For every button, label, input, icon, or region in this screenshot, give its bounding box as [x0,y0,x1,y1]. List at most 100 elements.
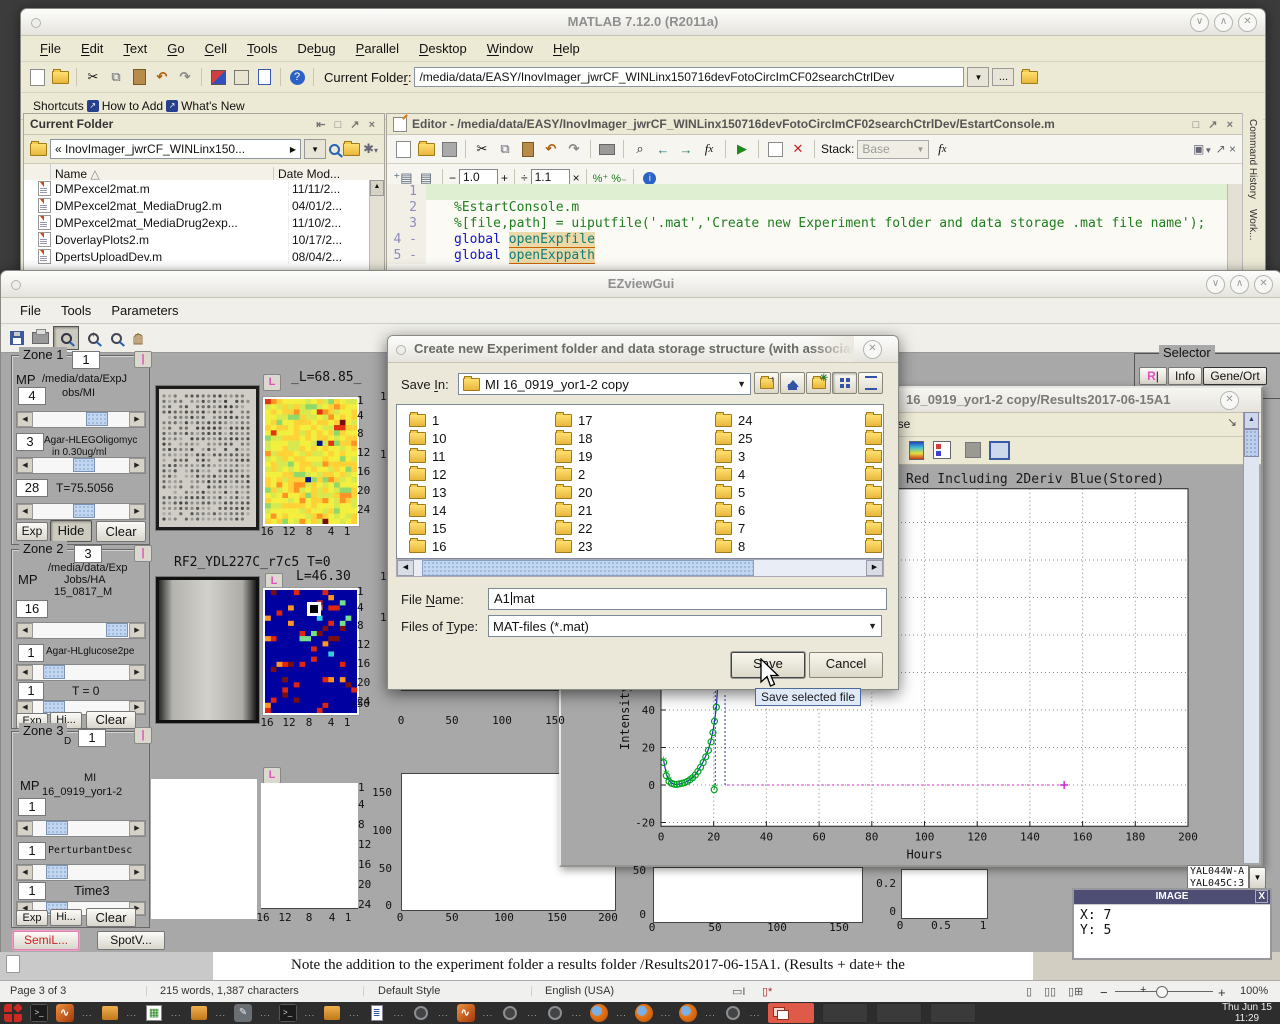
folder-item-clipped[interactable] [865,465,882,483]
open-file-icon[interactable] [50,67,70,87]
actions-gear-icon[interactable]: ✱▾ [363,141,378,157]
zoom-in-icon[interactable]: + [82,328,102,348]
taskbar-sheet-icon[interactable]: ▦ [145,1004,163,1022]
folder-item[interactable]: 3 [715,447,752,465]
zone2-field3[interactable]: 1 [18,682,44,700]
zone3-index-field[interactable]: 1 [78,729,106,747]
maximize-button[interactable]: ∧ [1230,275,1249,294]
browse-folder-button[interactable]: ... [992,68,1014,86]
plot-bottom-small[interactable] [901,869,988,919]
menu-item-cell[interactable]: Cell [196,39,236,58]
forward-icon[interactable]: → [676,139,696,159]
address-dropdown-icon[interactable]: ▼ [304,139,326,159]
comment-pct-plus-icon[interactable]: %⁺ [593,172,609,185]
close-panel-icon[interactable]: × [369,119,378,131]
new-folder-button[interactable]: ✳ [806,372,831,394]
selector-gene-ort-button[interactable]: Gene/Ort [1203,367,1267,385]
taskbar-folder-icon[interactable] [101,1004,119,1022]
editor-cut-icon[interactable]: ✂ [472,139,492,159]
editor-undock-icon[interactable]: □ [1193,119,1203,131]
heatmap2-selected-cell[interactable] [307,602,321,616]
folder-item[interactable]: 13 [409,483,446,501]
close-button[interactable]: ✕ [1254,275,1273,294]
folder-item[interactable]: 22 [555,519,592,537]
folder-item[interactable]: 11 [409,447,446,465]
zone3-hide-button[interactable]: Hi... [50,909,82,926]
taskbar-matlab-icon[interactable]: ∿ [457,1004,475,1022]
zone1-slider1[interactable]: ◀▶ [16,411,146,428]
dock-left-icon[interactable]: ⇤ [316,119,328,131]
decrease-button[interactable]: − [449,171,456,185]
taskbar-folder-icon[interactable] [323,1004,341,1022]
file-name-input[interactable]: A1mat [488,588,887,610]
file-row[interactable]: DMPexcel2mat_MediaDrug2exp...11/10/2... [24,214,370,231]
folder-item[interactable]: 15 [409,519,446,537]
folder-item[interactable]: 2 [555,465,592,483]
taskbar-circle-icon[interactable] [724,1004,742,1022]
file-row[interactable]: DMPexcel2mat.m11/11/2... [24,180,370,197]
files-of-type-combo[interactable]: MAT-files (*.mat)▼ [488,615,882,637]
zone3-link-button[interactable]: | [134,727,152,744]
times-button[interactable]: × [573,171,580,185]
scroll-up-icon[interactable]: ▲ [370,180,384,196]
menu-item-parallel[interactable]: Parallel [347,39,408,58]
folder-item-clipped[interactable] [865,483,882,501]
taskbar-terminal-icon[interactable]: >_ [279,1004,297,1022]
menu-item-help[interactable]: Help [544,39,589,58]
zoom-percent[interactable]: 100% [1240,985,1268,997]
zone3-slider1[interactable]: ◀▶ [16,820,146,837]
menu-item-window[interactable]: Window [478,39,542,58]
editor-popout-icon[interactable]: ↗ [1208,119,1220,131]
taskbar-circle-icon[interactable] [546,1004,564,1022]
code-line[interactable]: 2%EstartConsole.m [387,200,1228,216]
help-icon[interactable]: ? [287,67,307,87]
selector-r-button[interactable]: R| [1139,367,1167,385]
selector-info-button[interactable]: Info [1168,367,1202,385]
dialog-folder-list[interactable]: 1101112131415161718192202122232425345678 [396,404,884,559]
find-icon[interactable]: ⌕ [630,139,650,159]
zone1-field1[interactable]: 4 [18,387,46,405]
zone3-clear-button[interactable]: Clear [86,908,136,927]
grid-view-button[interactable] [832,372,857,394]
taskbar-doc-icon[interactable]: ≣ [368,1004,386,1022]
file-row[interactable]: DoverlayPlots2.m10/17/2... [24,231,370,248]
editor-paste-icon[interactable] [518,139,538,159]
folder-item[interactable]: 6 [715,501,752,519]
current-folder-dropdown-icon[interactable]: ▼ [967,67,989,87]
zone2-index-field[interactable]: 3 [74,545,102,563]
folder-item[interactable]: 14 [409,501,446,519]
zone1-slider2[interactable]: ◀▶ [16,457,146,474]
taskbar-terminal-icon[interactable]: >_ [30,1004,48,1022]
folder-item-clipped[interactable] [865,537,882,555]
semilog-button[interactable]: SemiL... [13,931,79,950]
folder-item-clipped[interactable] [865,411,882,429]
zone3-slider2[interactable]: ◀▶ [16,864,146,881]
code-line[interactable]: 1 [387,184,1228,200]
home-button[interactable] [780,372,805,394]
editor-new-icon[interactable] [393,139,413,159]
taskbar-circle-icon[interactable] [501,1004,519,1022]
minimize-button[interactable]: ∨ [1206,275,1225,294]
divide-button[interactable]: ÷ [521,171,528,185]
folder-item[interactable]: 1 [409,411,446,429]
menu-item-file[interactable]: File [11,301,50,320]
heatmap3-l-button[interactable]: L [263,767,281,784]
taskbar-firefox-icon[interactable] [590,1004,608,1022]
undock-icon[interactable]: □ [335,119,345,131]
folder-item[interactable]: 18 [555,429,592,447]
shortcut-how-to-add[interactable]: How to Add [102,99,163,113]
increase-button[interactable]: + [501,171,508,185]
save-icon[interactable] [7,328,27,348]
zone2-field2[interactable]: 1 [18,644,44,662]
editor-open-icon[interactable] [416,139,436,159]
search-icon[interactable] [329,144,340,155]
heatmap1[interactable] [263,397,359,526]
colormap-icon[interactable] [909,441,924,460]
zone1-field2[interactable]: 3 [16,433,44,451]
date-column-header[interactable]: Date Mod... [273,167,370,181]
popout-icon[interactable]: ↗ [350,119,362,131]
zoom-in-control[interactable]: + [1218,985,1226,1000]
image-window-close-icon[interactable]: X [1255,890,1268,903]
folder-item[interactable]: 12 [409,465,446,483]
paste-icon[interactable] [129,67,149,87]
